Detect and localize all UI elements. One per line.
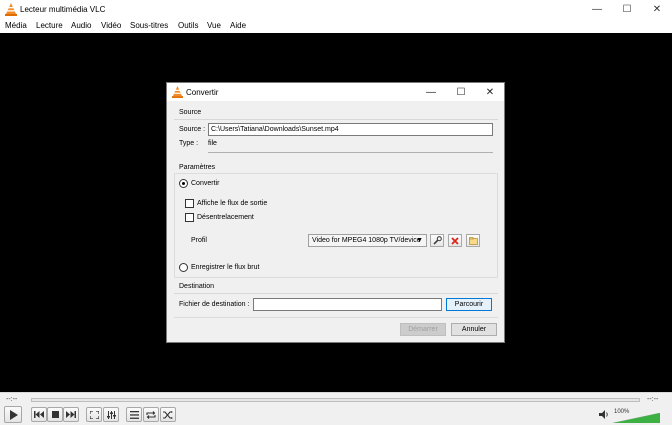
deinterlace-label: Désentrelacement [197, 214, 254, 221]
menu-media[interactable]: Média [5, 21, 27, 30]
profile-label: Profil [191, 237, 207, 244]
volume-slider[interactable] [613, 413, 660, 423]
convert-radio[interactable] [179, 179, 188, 188]
menu-help[interactable]: Aide [230, 21, 246, 30]
menu-view[interactable]: Vue [207, 21, 221, 30]
seek-slider[interactable] [31, 398, 640, 402]
speaker-icon[interactable] [599, 410, 609, 419]
delete-icon [451, 236, 459, 245]
footer-divider [174, 317, 498, 318]
maximize-icon: ☐ [456, 86, 466, 98]
previous-button[interactable] [31, 407, 47, 422]
deinterlace-checkbox[interactable] [185, 213, 194, 222]
minimize-icon: — [592, 4, 602, 15]
wrench-icon [432, 236, 442, 245]
show-output-label: Affiche le flux de sortie [197, 200, 268, 207]
vlc-cone-icon [172, 86, 183, 98]
new-profile-button[interactable] [466, 234, 480, 247]
dialog-titlebar: Convertir — ☐ ✕ [167, 83, 504, 101]
show-output-checkbox[interactable] [185, 199, 194, 208]
window-titlebar: Lecteur multimédia VLC — ☐ ✕ [0, 0, 672, 19]
type-label: Type : [179, 140, 199, 147]
close-button[interactable]: ✕ [642, 0, 672, 19]
convert-dialog: Convertir — ☐ ✕ Source Source : C:\Users… [166, 82, 505, 343]
menu-subtitles[interactable]: Sous-titres [130, 21, 168, 30]
dump-raw-label: Enregistrer le flux brut [191, 264, 260, 271]
playlist-button[interactable] [126, 407, 142, 422]
loop-button[interactable] [143, 407, 159, 422]
next-button[interactable] [63, 407, 79, 422]
source-field[interactable]: C:\Users\Tatiana\Downloads\Sunset.mp4 [208, 123, 493, 136]
shuffle-button[interactable] [160, 407, 176, 422]
next-icon [66, 411, 76, 418]
fullscreen-button[interactable] [86, 407, 102, 422]
window-title: Lecteur multimédia VLC [20, 5, 106, 14]
close-icon: ✕ [485, 86, 495, 98]
chevron-down-icon: ▼ [416, 237, 423, 244]
minimize-button[interactable]: — [582, 0, 612, 19]
destination-section-label: Destination [179, 283, 215, 290]
stop-button[interactable] [47, 407, 63, 422]
menu-tools[interactable]: Outils [178, 21, 198, 30]
menu-bar: Média Lecture Audio Vidéo Sous-titres Ou… [0, 19, 672, 33]
previous-icon [34, 411, 44, 418]
dialog-title: Convertir [186, 88, 219, 97]
time-total: --:-- [647, 396, 659, 403]
destination-section-divider [174, 293, 498, 294]
play-icon [9, 409, 18, 420]
equalizer-icon [106, 410, 116, 419]
fullscreen-icon [89, 410, 99, 419]
control-bar: --:-- --:-- 100% [0, 392, 672, 425]
dialog-close-button[interactable]: ✕ [475, 83, 505, 101]
dump-raw-radio[interactable] [179, 263, 188, 272]
loop-icon [146, 410, 156, 419]
convert-radio-label: Convertir [191, 180, 220, 187]
delete-profile-button[interactable] [448, 234, 462, 247]
close-icon: ✕ [652, 4, 662, 15]
minimize-icon: — [426, 86, 436, 98]
cancel-button[interactable]: Annuler [451, 323, 497, 336]
maximize-icon: ☐ [622, 4, 632, 15]
params-section-label: Paramètres [179, 164, 216, 171]
playlist-icon [129, 410, 139, 419]
profile-select-value: Video for MPEG4 1080p TV/device [312, 237, 421, 244]
menu-video[interactable]: Vidéo [101, 21, 121, 30]
type-value: file [208, 140, 217, 147]
source-section-divider [174, 119, 498, 120]
destination-file-label: Fichier de destination : [179, 301, 250, 308]
maximize-button[interactable]: ☐ [612, 0, 642, 19]
new-profile-icon [468, 236, 478, 245]
browse-button[interactable]: Parcourir [446, 298, 492, 311]
time-elapsed: --:-- [6, 396, 18, 403]
vlc-cone-icon [5, 3, 17, 16]
play-button[interactable] [4, 406, 22, 423]
dialog-minimize-button[interactable]: — [416, 83, 446, 101]
source-label: Source : [179, 126, 206, 133]
menu-lecture[interactable]: Lecture [36, 21, 63, 30]
dialog-maximize-button[interactable]: ☐ [446, 83, 476, 101]
extended-settings-button[interactable] [103, 407, 119, 422]
profile-select[interactable]: Video for MPEG4 1080p TV/device ▼ [308, 234, 427, 247]
shuffle-icon [163, 410, 173, 419]
params-box [174, 173, 498, 278]
menu-audio[interactable]: Audio [71, 21, 91, 30]
stop-icon [51, 411, 59, 418]
edit-profile-button[interactable] [430, 234, 444, 247]
destination-file-field[interactable] [253, 298, 442, 311]
type-underline [208, 152, 493, 153]
source-section-label: Source [179, 109, 202, 116]
start-button[interactable]: Démarrer [400, 323, 446, 336]
